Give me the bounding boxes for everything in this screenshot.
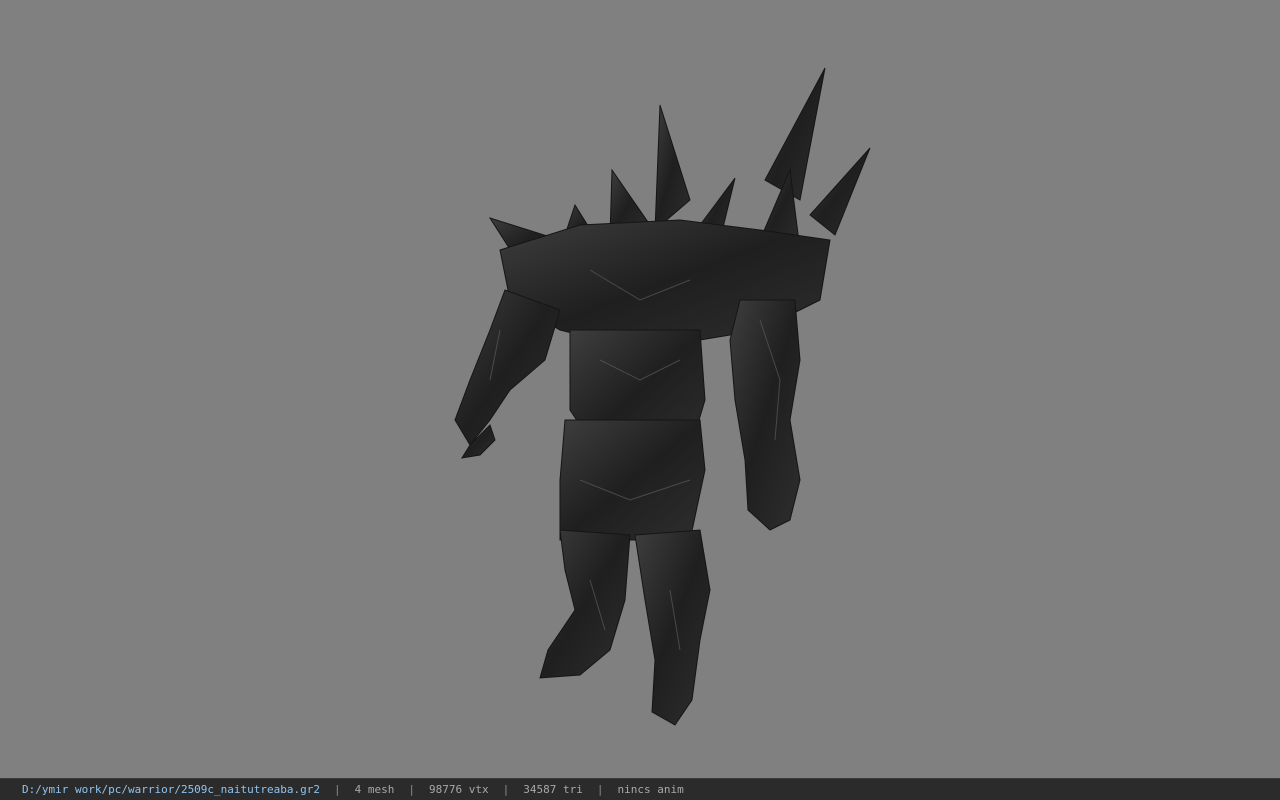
triangle-count: 34587 tri <box>523 783 583 796</box>
separator: | <box>408 783 416 796</box>
status-bar: D:/ymir work/pc/warrior/2509c_naitutreab… <box>0 778 1280 800</box>
vertex-count: 98776 vtx <box>429 783 489 796</box>
character-model <box>454 67 871 726</box>
animation-status: nincs anim <box>617 783 684 796</box>
separator: | <box>502 783 510 796</box>
separator: | <box>596 783 604 796</box>
3d-viewport[interactable] <box>0 0 1280 778</box>
mesh-count: 4 mesh <box>354 783 395 796</box>
file-path: D:/ymir work/pc/warrior/2509c_naitutreab… <box>22 783 321 796</box>
separator: | <box>334 783 341 796</box>
